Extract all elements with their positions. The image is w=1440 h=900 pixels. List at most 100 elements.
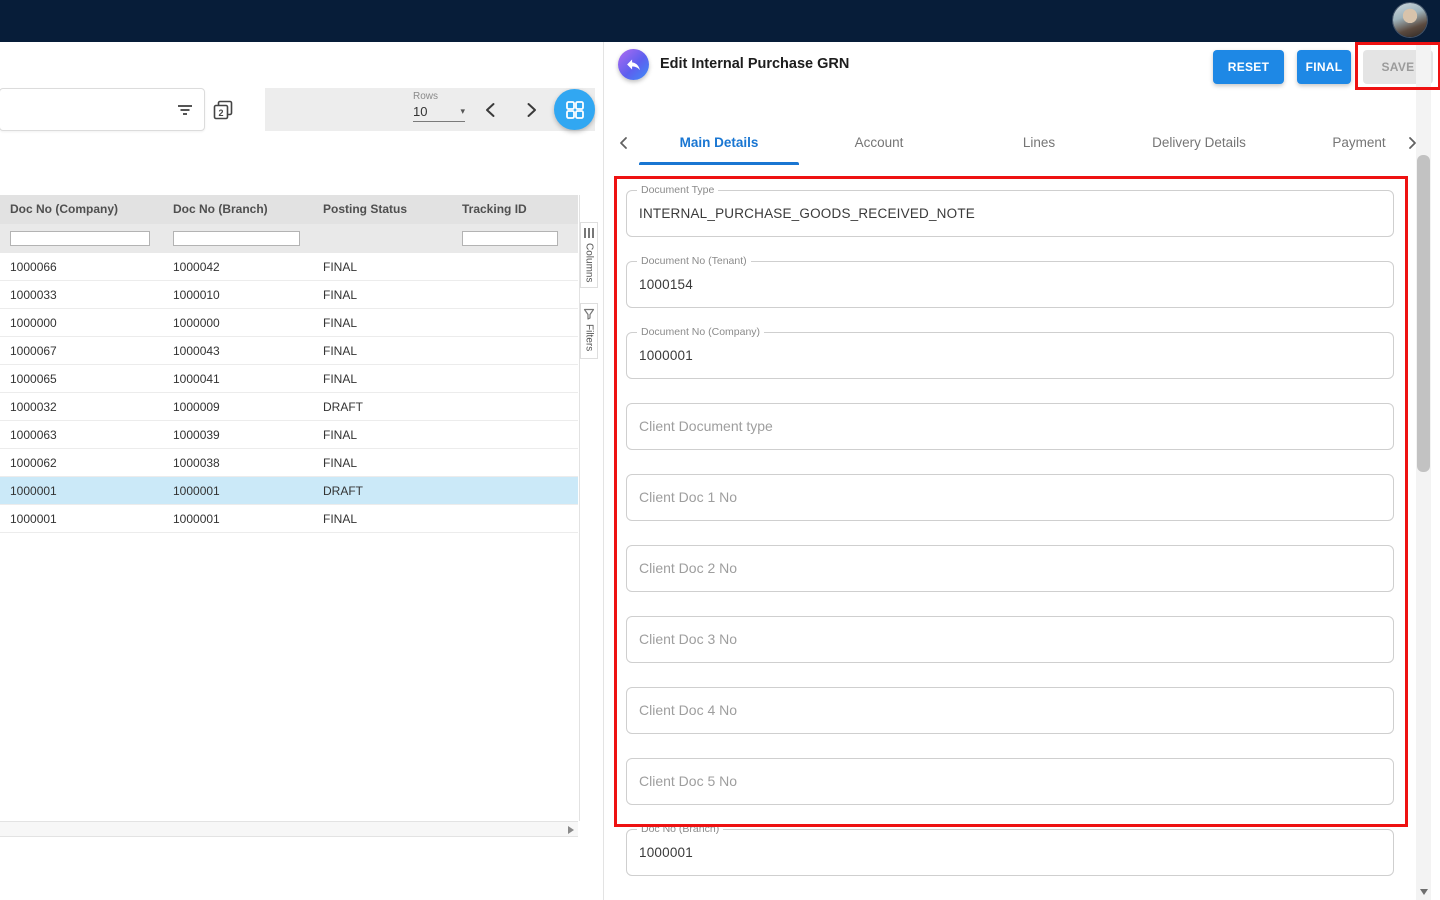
column-header[interactable]: Doc No (Branch): [163, 195, 313, 224]
reset-button[interactable]: RESET: [1213, 50, 1284, 84]
rows-per-page-select[interactable]: Rows 10 ▾: [413, 91, 465, 122]
field-placeholder: Client Doc 1 No: [627, 475, 1393, 520]
column-filter-input[interactable]: [10, 231, 150, 246]
table-cell: 1000032: [0, 393, 163, 420]
table-cell: FINAL: [313, 449, 452, 476]
tab-payment[interactable]: Payment: [1279, 120, 1401, 165]
form-field-document-type[interactable]: Document TypeINTERNAL_PURCHASE_GOODS_REC…: [626, 190, 1394, 237]
field-label: Document No (Company): [637, 326, 764, 338]
app-topbar: [0, 0, 1440, 42]
filters-tab-label: Filters: [584, 324, 595, 351]
form-field-client-doc-4-no[interactable]: Client Doc 4 No: [626, 687, 1394, 734]
table-row[interactable]: 10000651000041FINAL: [0, 365, 578, 393]
vertical-scrollbar[interactable]: [1416, 42, 1431, 900]
table-cell: FINAL: [313, 365, 452, 392]
form-field-client-doc-3-no[interactable]: Client Doc 3 No: [626, 616, 1394, 663]
form-tabbar: Main DetailsAccountLinesDelivery Details…: [604, 120, 1416, 165]
final-button[interactable]: FINAL: [1297, 50, 1351, 84]
column-filter-input[interactable]: [462, 231, 558, 246]
dropdown-caret-icon: ▾: [460, 106, 465, 117]
table-row[interactable]: 10000001000000FINAL: [0, 309, 578, 337]
columns-side-tab[interactable]: Columns: [580, 222, 598, 288]
field-value: 1000001: [627, 333, 1393, 378]
table-cell: FINAL: [313, 281, 452, 308]
column-header[interactable]: Tracking ID: [452, 195, 578, 224]
table-cell: [452, 393, 578, 420]
tabs-scroll-left-button[interactable]: [616, 135, 632, 151]
tab-lines[interactable]: Lines: [959, 120, 1119, 165]
table-cell: FINAL: [313, 505, 452, 532]
columns-icon: [583, 227, 595, 239]
table-cell: 1000033: [0, 281, 163, 308]
form-field-client-doc-5-no[interactable]: Client Doc 5 No: [626, 758, 1394, 805]
scrollbar-thumb[interactable]: [1417, 155, 1430, 472]
table-row[interactable]: 10000621000038FINAL: [0, 449, 578, 477]
table-cell: 1000000: [163, 309, 313, 336]
table-cell: [452, 505, 578, 532]
field-placeholder: Client Doc 4 No: [627, 688, 1393, 733]
field-label: Doc No (Branch): [637, 823, 723, 835]
table-cell: 1000043: [163, 337, 313, 364]
svg-text:2: 2: [218, 108, 223, 118]
column-filter-input[interactable]: [173, 231, 300, 246]
table-cell: DRAFT: [313, 393, 452, 420]
field-placeholder: Client Doc 2 No: [627, 546, 1393, 591]
quick-filter-box[interactable]: [0, 88, 205, 131]
page-title: Edit Internal Purchase GRN: [660, 42, 849, 86]
tab-delivery-details[interactable]: Delivery Details: [1119, 120, 1279, 165]
form-field-client-doc-2-no[interactable]: Client Doc 2 No: [626, 545, 1394, 592]
form-tabs: Main DetailsAccountLinesDelivery Details…: [639, 120, 1401, 165]
table-cell: 1000000: [0, 309, 163, 336]
back-button[interactable]: [618, 49, 649, 80]
table-cell: [452, 253, 578, 280]
table-row[interactable]: 10000321000009DRAFT: [0, 393, 578, 421]
user-avatar[interactable]: [1393, 3, 1427, 37]
filter-list-icon[interactable]: [176, 101, 194, 119]
form-field-client-doc-1-no[interactable]: Client Doc 1 No: [626, 474, 1394, 521]
form-fields: Document TypeINTERNAL_PURCHASE_GOODS_REC…: [626, 190, 1394, 900]
next-page-button[interactable]: [521, 100, 541, 120]
grid-icon: [566, 101, 584, 119]
table-row[interactable]: 10000671000043FINAL: [0, 337, 578, 365]
grid-view-button[interactable]: [554, 89, 595, 130]
table-cell: 1000001: [0, 477, 163, 504]
horizontal-scrollbar[interactable]: [0, 821, 578, 837]
scroll-right-arrow-icon[interactable]: [568, 826, 574, 834]
table-cell: [452, 309, 578, 336]
table-cell: 1000041: [163, 365, 313, 392]
documents-list-panel: 2 Rows 10 ▾ Doc No (Company)Doc No (Bran…: [0, 42, 604, 900]
table-cell: 1000001: [163, 505, 313, 532]
tab-main-details[interactable]: Main Details: [639, 120, 799, 165]
table-row[interactable]: 10000661000042FINAL: [0, 253, 578, 281]
columns-tab-label: Columns: [584, 243, 595, 282]
form-field-doc-no-branch[interactable]: Doc No (Branch)1000001: [626, 829, 1394, 876]
filters-side-tab[interactable]: Filters: [580, 303, 598, 359]
table-cell: FINAL: [313, 337, 452, 364]
table-cell: FINAL: [313, 421, 452, 448]
table-cell: 1000010: [163, 281, 313, 308]
prev-page-button[interactable]: [481, 100, 501, 120]
table-cell: 1000039: [163, 421, 313, 448]
table-cell: 1000009: [163, 393, 313, 420]
rows-label: Rows: [413, 91, 465, 102]
table-row[interactable]: 10000011000001DRAFT: [0, 477, 578, 505]
form-field-document-no-tenant[interactable]: Document No (Tenant)1000154: [626, 261, 1394, 308]
table-row[interactable]: 10000631000039FINAL: [0, 421, 578, 449]
form-field-client-document-type[interactable]: Client Document type: [626, 403, 1394, 450]
table-cell: 1000067: [0, 337, 163, 364]
column-header[interactable]: Doc No (Company): [0, 195, 163, 224]
column-header[interactable]: Posting Status: [313, 195, 452, 224]
table-row[interactable]: 10000011000001FINAL: [0, 505, 578, 533]
table-cell: 1000001: [0, 505, 163, 532]
table-cell: DRAFT: [313, 477, 452, 504]
table-cell: [452, 477, 578, 504]
table-cell: [452, 281, 578, 308]
form-field-document-no-company[interactable]: Document No (Company)1000001: [626, 332, 1394, 379]
scroll-down-arrow-icon[interactable]: [1420, 889, 1428, 895]
table-row[interactable]: 10000331000010FINAL: [0, 281, 578, 309]
duplicate-view-icon[interactable]: 2: [212, 99, 234, 121]
table-cell: FINAL: [313, 309, 452, 336]
field-value: INTERNAL_PURCHASE_GOODS_RECEIVED_NOTE: [627, 191, 1393, 236]
table-cell: 1000062: [0, 449, 163, 476]
tab-account[interactable]: Account: [799, 120, 959, 165]
